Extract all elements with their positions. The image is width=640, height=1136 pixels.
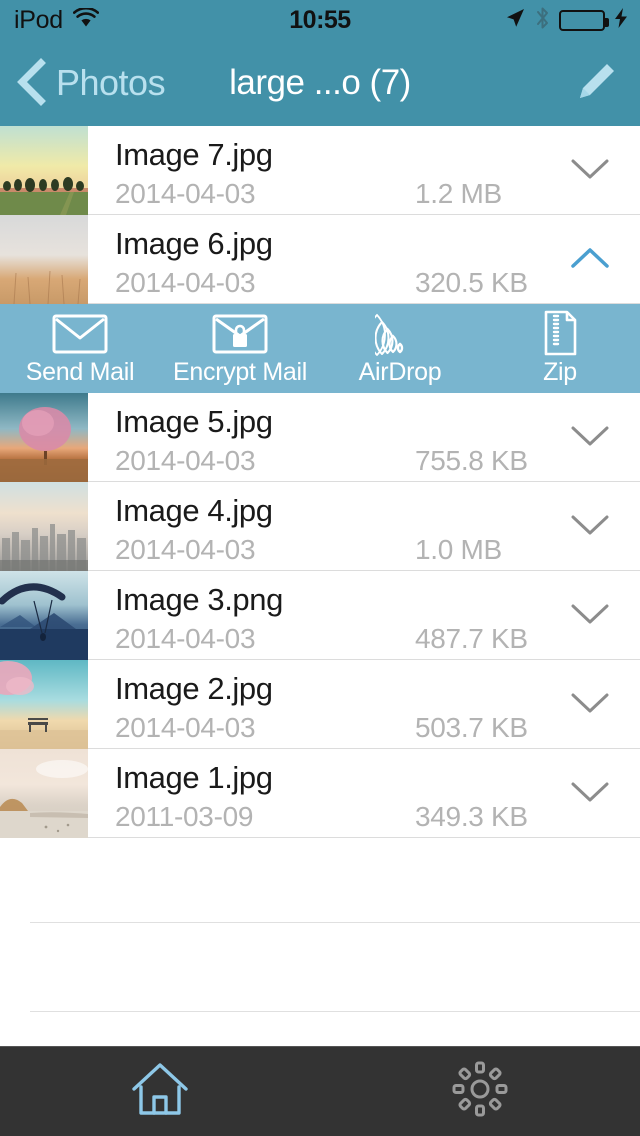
tab-home[interactable] [0, 1047, 320, 1136]
file-size: 320.5 KB [415, 267, 528, 298]
file-size: 349.3 KB [415, 801, 528, 832]
status-bar-right [440, 6, 640, 35]
edit-button[interactable] [566, 53, 626, 113]
table-row[interactable]: Image 5.jpg 2014-04-03 755.8 KB [0, 393, 640, 482]
file-name: Image 2.jpg [115, 671, 273, 706]
empty-list-placeholder [0, 834, 640, 1012]
empty-row [30, 923, 640, 1012]
file-name: Image 4.jpg [115, 493, 273, 528]
airdrop-icon [375, 310, 425, 356]
chevron-down-icon[interactable] [568, 771, 612, 815]
file-date: 2011-03-09 [115, 801, 254, 832]
home-icon [129, 1059, 191, 1124]
back-button[interactable]: Photos [0, 57, 166, 109]
table-row[interactable]: Image 2.jpg 2014-04-03 503.7 KB [0, 660, 640, 749]
action-label: Send Mail [25, 358, 135, 386]
chevron-down-icon[interactable] [568, 593, 612, 637]
action-label: Encrypt Mail [173, 358, 307, 386]
app-root: iPod 10:55 large ...o (7) Photos Image 7… [0, 0, 640, 1136]
file-name: Image 1.jpg [115, 760, 273, 795]
chevron-down-icon[interactable] [568, 148, 612, 192]
carrier-label: iPod [14, 5, 63, 34]
paraglider-mountains-thumbnail [0, 571, 88, 660]
empty-row [30, 834, 640, 923]
action-bar: Send Mail Encrypt Mail AirDrop Zip [0, 304, 640, 393]
file-list: Image 7.jpg 2014-04-03 1.2 MB Image 6.jp… [0, 126, 640, 838]
chevron-left-icon [16, 57, 46, 109]
city-skyline-thumbnail [0, 482, 88, 571]
action-label: Zip [543, 358, 577, 386]
file-date: 2014-04-03 [115, 623, 256, 654]
table-row[interactable]: Image 1.jpg 2011-03-09 349.3 KB [0, 749, 640, 838]
status-bar: iPod 10:55 [0, 0, 640, 40]
encrypt-mail-button[interactable]: Encrypt Mail [160, 304, 320, 393]
file-size: 1.2 MB [415, 178, 502, 209]
file-size: 1.0 MB [415, 534, 502, 565]
misty-field-thumbnail [0, 215, 88, 304]
row-body: Image 2.jpg 2014-04-03 503.7 KB [88, 660, 640, 748]
file-size: 755.8 KB [415, 445, 528, 476]
file-size: 503.7 KB [415, 712, 528, 743]
action-label: AirDrop [358, 358, 442, 386]
chevron-down-icon[interactable] [568, 504, 612, 548]
lake-autumn-thumbnail [0, 749, 88, 838]
file-size: 487.7 KB [415, 623, 528, 654]
row-body: Image 1.jpg 2011-03-09 349.3 KB [88, 749, 640, 837]
tab-bar [0, 1046, 640, 1136]
wifi-icon [72, 6, 99, 33]
file-name: Image 5.jpg [115, 404, 273, 439]
table-row[interactable]: Image 7.jpg 2014-04-03 1.2 MB [0, 126, 640, 215]
file-date: 2014-04-03 [115, 534, 256, 565]
chevron-down-icon[interactable] [568, 682, 612, 726]
tab-settings[interactable] [320, 1047, 640, 1136]
zip-file-icon [539, 310, 581, 356]
lightning-bolt-icon [614, 7, 628, 34]
send-mail-button[interactable]: Send Mail [0, 304, 160, 393]
navigation-bar: large ...o (7) Photos [0, 40, 640, 126]
status-bar-left: iPod [0, 6, 200, 35]
back-button-label: Photos [56, 62, 166, 103]
bench-blossom-thumbnail [0, 660, 88, 749]
file-date: 2014-04-03 [115, 445, 256, 476]
pencil-icon [573, 59, 619, 108]
table-row[interactable]: Image 3.png 2014-04-03 487.7 KB [0, 571, 640, 660]
file-name: Image 6.jpg [115, 226, 273, 261]
envelope-icon [51, 310, 109, 356]
table-row[interactable]: Image 4.jpg 2014-04-03 1.0 MB [0, 482, 640, 571]
bluetooth-icon [535, 6, 550, 35]
file-date: 2014-04-03 [115, 712, 256, 743]
gear-icon [451, 1060, 509, 1123]
file-date: 2014-04-03 [115, 267, 256, 298]
field-with-trees-thumbnail [0, 126, 88, 215]
table-row[interactable]: Image 6.jpg 2014-04-03 320.5 KB [0, 215, 640, 304]
clock-label: 10:55 [289, 5, 351, 34]
envelope-lock-icon [211, 310, 269, 356]
chevron-down-icon[interactable] [568, 415, 612, 459]
blossom-tree-thumbnail [0, 393, 88, 482]
file-name: Image 7.jpg [115, 137, 273, 172]
chevron-up-icon[interactable] [568, 237, 612, 281]
row-body: Image 4.jpg 2014-04-03 1.0 MB [88, 482, 640, 570]
airdrop-button[interactable]: AirDrop [320, 304, 480, 393]
zip-button[interactable]: Zip [480, 304, 640, 393]
row-body: Image 7.jpg 2014-04-03 1.2 MB [88, 126, 640, 214]
row-body: Image 5.jpg 2014-04-03 755.8 KB [88, 393, 640, 481]
battery-icon [559, 9, 609, 31]
location-arrow-icon [504, 7, 526, 34]
file-date: 2014-04-03 [115, 178, 256, 209]
row-body: Image 3.png 2014-04-03 487.7 KB [88, 571, 640, 659]
row-body: Image 6.jpg 2014-04-03 320.5 KB [88, 215, 640, 303]
file-name: Image 3.png [115, 582, 283, 617]
